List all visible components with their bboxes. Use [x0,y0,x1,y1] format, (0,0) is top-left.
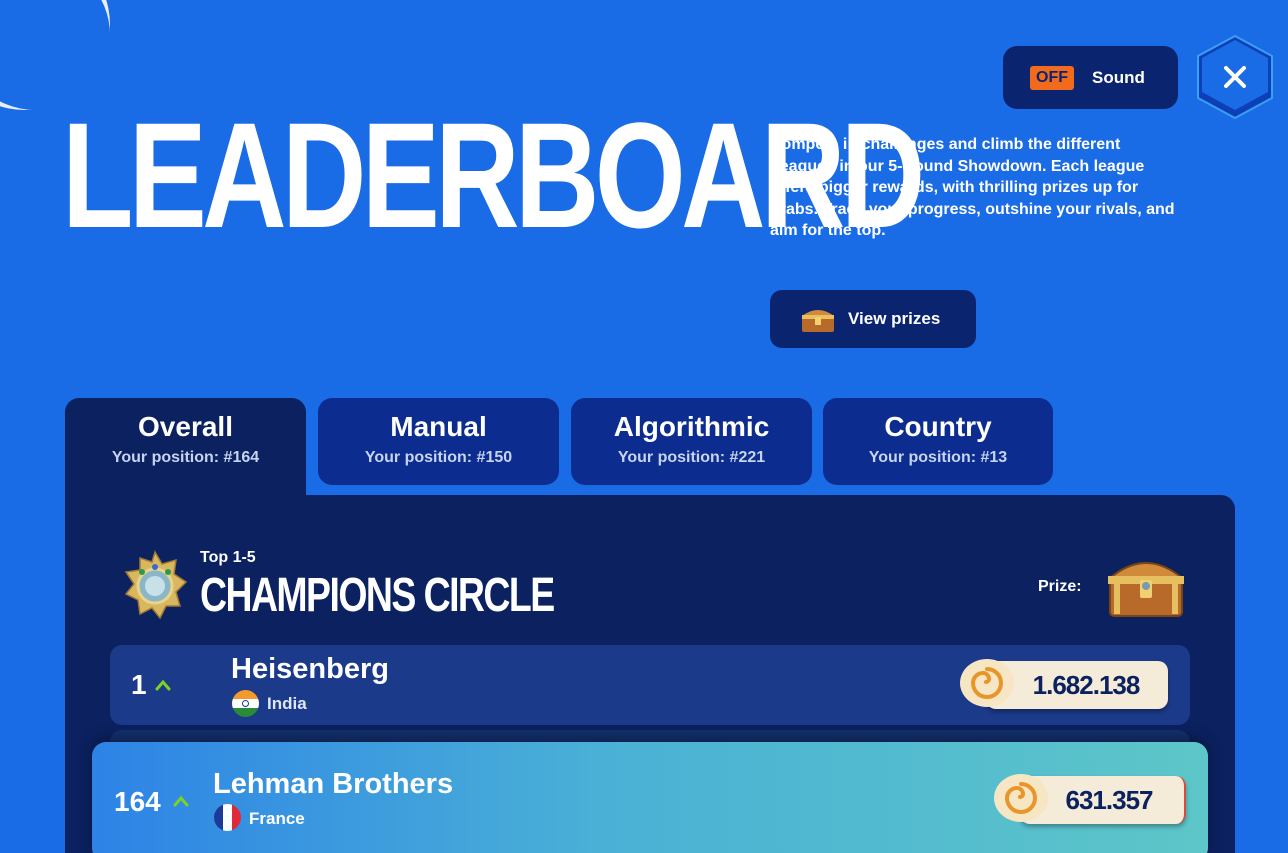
sound-state-badge: OFF [1030,65,1074,90]
tab-position: Your position: #13 [868,449,1008,466]
player-country: France [249,809,305,828]
rank-up-icon [155,679,171,691]
section-subtitle: Top 1-5 [200,549,256,566]
player-name: Heisenberg [231,653,389,685]
tab-manual[interactable]: Manual Your position: #150 [318,398,559,485]
view-prizes-button[interactable]: View prizes [770,290,976,348]
tab-algorithmic[interactable]: Algorithmic Your position: #221 [571,398,812,485]
section-title: CHAMPIONS CIRCLE [200,569,555,622]
tab-overall[interactable]: Overall Your position: #164 [65,398,306,508]
tab-position: Your position: #150 [364,449,513,466]
flag-india-icon [232,690,259,717]
close-button[interactable] [1196,34,1274,120]
player-name: Lehman Brothers [213,768,454,800]
player-country: India [267,694,307,713]
tab-title: Manual [390,411,487,442]
tab-title: Country [884,411,992,442]
shell-coin-icon [994,774,1048,822]
prize-label: Prize: [1038,578,1082,595]
view-prizes-label: View prizes [848,309,941,328]
tab-position: Your position: #221 [617,449,766,466]
sound-toggle-button[interactable]: OFF Sound [1003,46,1178,109]
tab-title: Overall [138,411,233,442]
champions-badge-icon [124,550,188,620]
sound-label: Sound [1092,67,1145,87]
tab-country[interactable]: Country Your position: #13 [823,398,1053,485]
shell-coin-icon [960,659,1014,707]
rank-number: 1 [131,669,147,700]
tab-title: Algorithmic [613,411,770,442]
rank-number: 164 [114,786,161,817]
flag-france-icon [214,804,241,831]
my-position-row[interactable]: 164 Lehman Brothers France 631.357 [92,742,1208,853]
description: Compete in challenges and climb the diff… [770,136,1175,240]
tab-position: Your position: #164 [111,449,260,466]
treasure-chest-icon [1107,562,1185,617]
treasure-chest-icon [802,310,834,332]
leaderboard-row[interactable]: 1 Heisenberg India 1.682.138 [110,645,1190,725]
rank-up-icon [173,795,189,807]
